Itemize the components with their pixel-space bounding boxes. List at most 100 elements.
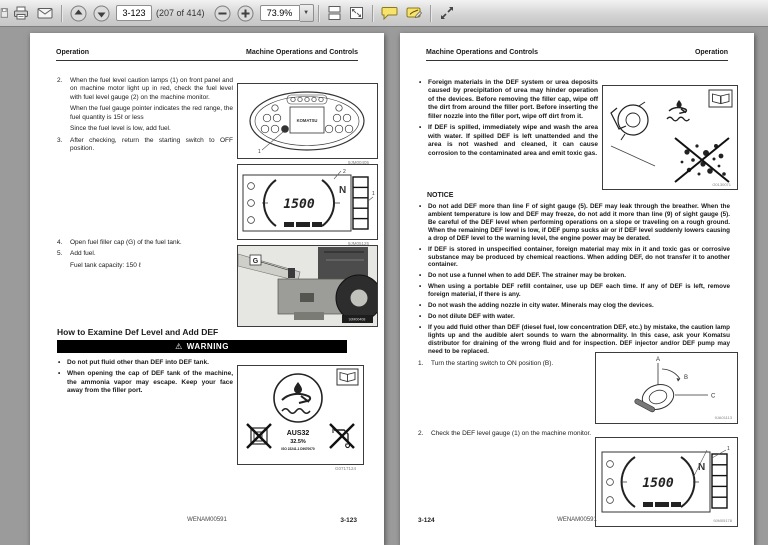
aus32-percent: 32.5%	[290, 439, 306, 445]
zoom-dropdown-button[interactable]: ▼	[299, 4, 314, 22]
manual-book-icon	[339, 371, 356, 383]
no-oil-icon	[246, 423, 272, 449]
callout-1: 1	[727, 446, 730, 452]
item-text: After checking, return the starting swit…	[70, 136, 233, 153]
item-text: Open fuel filler cap (G) of the fuel tan…	[70, 239, 182, 246]
email-icon	[37, 8, 53, 19]
sign-button[interactable]	[402, 3, 426, 23]
warning-bullet: • When opening the cap of DEF tank of th…	[57, 370, 233, 395]
zoom-out-icon	[214, 5, 231, 21]
comment-bubble-icon	[381, 7, 398, 20]
fullscreen-arrows-icon	[440, 7, 453, 19]
bullet-marker: •	[58, 370, 61, 378]
zoom-in-button[interactable]	[234, 3, 257, 23]
figure-caption: G0130071	[712, 182, 731, 187]
switch-position-b: B	[684, 375, 688, 381]
warning-label: WARNING	[186, 342, 229, 351]
rpm-value: 1500	[642, 476, 673, 491]
figure-machine-photo: G 9JM00408	[237, 245, 383, 327]
item-number: 5.	[57, 250, 63, 258]
left-text-column: 2. When the fuel level caution lamps (1)…	[57, 77, 233, 157]
item-subtext: Since the fuel level is low, add fuel.	[70, 125, 171, 133]
left-page-header: Operation Machine Operations and Control…	[56, 49, 358, 61]
bullet-marker: •	[419, 302, 422, 310]
header-right-label: Operation	[694, 49, 728, 56]
scrolling-mode-button[interactable]	[324, 3, 346, 23]
gear-indicator: N	[339, 185, 346, 196]
header-right-label: Machine Operations and Controls	[245, 49, 358, 56]
bullet-text: When opening the cap of DEF tank of the …	[67, 370, 233, 395]
notice-bullet-text: Do not use a funnel when to add DEF. The…	[428, 272, 627, 280]
photo-caption: 9JM00408	[349, 318, 366, 322]
toolbar-separator	[429, 4, 432, 22]
toolbar-separator	[371, 4, 374, 22]
scrolling-pages-icon	[328, 6, 341, 20]
section-heading: How to Examine Def Level and Add DEF	[57, 327, 219, 337]
list-item: 3. After checking, return the starting s…	[57, 137, 233, 154]
comment-button[interactable]	[378, 3, 402, 23]
bullet-marker: •	[419, 203, 422, 210]
save-button[interactable]	[0, 3, 9, 23]
notice-bullet-text: Do not add DEF more than line F of sight…	[428, 203, 730, 242]
bullet-marker: •	[419, 313, 422, 321]
def-droplet-icon	[666, 100, 690, 122]
header-left-label: Operation	[56, 49, 90, 56]
previous-page-button[interactable]	[67, 3, 90, 23]
zoom-in-icon	[237, 5, 254, 21]
footer-document-code: WENAM00591	[557, 517, 597, 523]
aus32-title: AUS32	[287, 430, 310, 437]
pdf-viewer-window: (207 of 414) ▼	[0, 0, 768, 545]
fullscreen-button[interactable]	[436, 3, 458, 23]
notice-bullet-text: When using a portable DEF refill contain…	[428, 283, 730, 299]
switch-position-a: A	[656, 357, 660, 363]
notice-bullet-list: • Do not add DEF more than line F of sigh…	[418, 203, 730, 359]
filler-cap-drawing	[610, 101, 649, 141]
print-button[interactable]	[9, 3, 33, 23]
warning-triangle-icon: ⚠	[175, 342, 183, 351]
toolbar-separator	[317, 4, 320, 22]
warning-bullet-list: • Do not put fluid other than DEF into D…	[57, 359, 233, 399]
page-up-icon	[70, 5, 87, 21]
notice-bullet-text: Do not dilute DEF with water.	[428, 313, 515, 321]
notice-bullet-text: If you add fluid other than DEF (diesel …	[428, 323, 730, 355]
bullet-marker: •	[419, 323, 422, 331]
fit-page-button[interactable]	[346, 3, 368, 23]
figure-def-handling: G0130071	[602, 85, 738, 190]
manual-book-icon	[712, 93, 730, 105]
item-subtext: Fuel tank capacity: 150 ℓ	[70, 261, 141, 269]
item-text: Turn the starting switch to ON position …	[431, 360, 554, 367]
next-page-button[interactable]	[90, 3, 113, 23]
sign-pen-icon	[406, 7, 422, 18]
figure-front-panel: KOMATSU 1	[237, 83, 378, 159]
page-right: Machine Operations and Controls Operatio…	[400, 33, 754, 545]
item-number: 2.	[418, 430, 424, 437]
warning-bullet: • Do not put fluid other than DEF into D…	[57, 359, 233, 367]
print-icon	[14, 6, 28, 20]
document-view-area[interactable]: Operation Machine Operations and Control…	[0, 27, 768, 545]
header-left-label: Machine Operations and Controls	[426, 49, 539, 56]
callout-2: 2	[343, 169, 346, 175]
figure-machine-monitor: 1500 N 2 1	[237, 164, 378, 240]
left-text-column-2: 4. Open fuel filler cap (G) of the fuel …	[57, 239, 233, 273]
item-number: 2.	[57, 77, 63, 84]
figure-caption: 9JA01113	[715, 415, 733, 420]
notice-bullet-text: If DEF is stored in unspecified containe…	[428, 245, 730, 269]
zoom-out-button[interactable]	[211, 3, 234, 23]
item-number: 4.	[57, 239, 63, 246]
figure-caption: G0717124	[335, 466, 357, 471]
switch-position-c: C	[711, 394, 716, 400]
step-2: 2. Check the DEF level gauge (1) on the …	[418, 430, 593, 441]
bullet-marker: •	[419, 283, 422, 291]
list-item: 5. Add fuel.	[57, 250, 233, 258]
zoom-level-input[interactable]	[259, 5, 300, 21]
dropdown-arrow-icon: ▼	[303, 10, 310, 16]
figure-def-monitor: 1500 N 1 9JM05178	[595, 437, 738, 527]
page-number-input[interactable]	[116, 5, 152, 21]
page-down-icon	[93, 5, 110, 21]
bullet-marker: •	[419, 272, 422, 280]
rpm-value: 1500	[283, 197, 314, 212]
save-icon	[0, 8, 8, 18]
list-item: 2. When the fuel level caution lamps (1)…	[57, 77, 233, 102]
bullet-text: If DEF is spilled, immediately wipe and …	[428, 124, 598, 157]
email-button[interactable]	[33, 3, 57, 23]
